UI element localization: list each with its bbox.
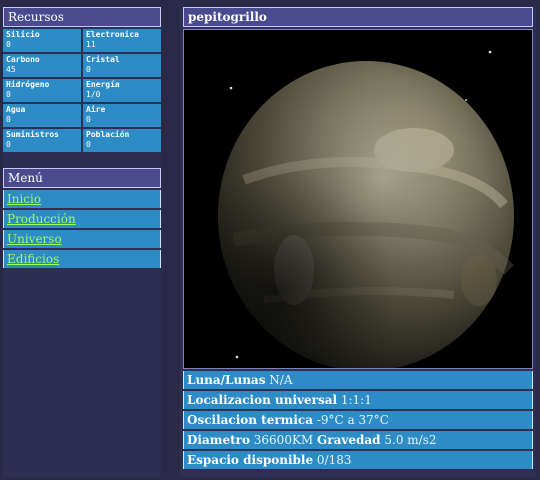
menu-link-edificios[interactable]: Edificios xyxy=(3,250,161,268)
diameter-label: Diametro xyxy=(187,433,250,447)
space-value: 0/183 xyxy=(316,453,352,467)
resource-silicio: Silicio 0 xyxy=(3,29,81,52)
moons-row: Luna/Lunas N/A xyxy=(183,371,533,389)
resource-electronica: Electronica 11 xyxy=(83,29,161,52)
resource-suministros: Suministros 0 xyxy=(3,129,81,152)
resource-value: 11 xyxy=(86,40,96,49)
resource-name: Silicio xyxy=(6,30,40,39)
resource-energia: Energía 1/0 xyxy=(83,79,161,102)
resources-header: Recursos xyxy=(3,7,161,27)
resource-name: Suministros xyxy=(6,130,59,139)
menu-link-inicio[interactable]: Inicio xyxy=(3,190,161,208)
resource-name: Agua xyxy=(6,105,26,114)
main-menu: Menú Inicio Producción Universo Edificio… xyxy=(3,168,161,268)
menu-header: Menú xyxy=(3,168,161,188)
resource-name: Cristal xyxy=(86,55,120,64)
resource-name: Energía xyxy=(86,80,120,89)
resource-aire: Aire 0 xyxy=(83,104,161,127)
gravity-label: Gravedad xyxy=(317,433,381,447)
resource-value: 0 xyxy=(6,115,11,124)
space-label: Espacio disponible xyxy=(187,453,314,467)
location-row: Localizacion universal 1:1:1 xyxy=(183,391,533,409)
menu-link-produccion[interactable]: Producción xyxy=(3,210,161,228)
resource-value: 0 xyxy=(6,140,11,149)
diameter-row: Diametro 36600KM Gravedad 5.0 m/s2 xyxy=(183,431,533,449)
resource-value: 0 xyxy=(6,40,11,49)
resource-name: Carbono xyxy=(6,55,40,64)
resource-value: 0 xyxy=(6,90,11,99)
space-row: Espacio disponible 0/183 xyxy=(183,451,533,469)
location-value: 1:1:1 xyxy=(340,393,372,407)
resource-name: Electronica xyxy=(86,30,139,39)
resource-name: Población xyxy=(86,130,130,139)
planet-name: pepitogrillo xyxy=(183,7,533,27)
resource-hidrogeno: Hidrógeno 0 xyxy=(3,79,81,102)
temperature-label: Oscilacion termica xyxy=(187,413,314,427)
resource-poblacion: Población 0 xyxy=(83,129,161,152)
moons-value: N/A xyxy=(269,373,293,387)
resource-name: Aire xyxy=(86,105,106,114)
planet-illustration xyxy=(184,30,526,368)
resource-name: Hidrógeno xyxy=(6,80,50,89)
moons-label: Luna/Lunas xyxy=(187,373,266,387)
resource-value: 0 xyxy=(86,65,91,74)
left-sidebar: Recursos Silicio 0 Electronica 11 Carbono 4… xyxy=(3,7,161,477)
resource-value: 0 xyxy=(86,140,91,149)
diameter-value: 36600KM xyxy=(253,433,314,447)
resource-value: 0 xyxy=(86,115,91,124)
resource-carbono: Carbono 45 xyxy=(3,54,81,77)
resource-value: 1/0 xyxy=(86,90,101,99)
temperature-value: -9°C a 37°C xyxy=(316,413,389,427)
resource-agua: Agua 0 xyxy=(3,104,81,127)
resources-grid: Silicio 0 Electronica 11 Carbono 45 Cristal… xyxy=(3,29,161,152)
resource-value: 45 xyxy=(6,65,16,74)
menu-link-universo[interactable]: Universo xyxy=(3,230,161,248)
planet-image xyxy=(183,29,533,369)
resource-cristal: Cristal 0 xyxy=(83,54,161,77)
temperature-row: Oscilacion termica -9°C a 37°C xyxy=(183,411,533,429)
planet-panel: pepitogrillo Luna/Lunas N/A Localizacion… xyxy=(180,7,536,477)
gravity-value: 5.0 m/s2 xyxy=(384,433,437,447)
location-label: Localizacion universal xyxy=(187,393,338,407)
